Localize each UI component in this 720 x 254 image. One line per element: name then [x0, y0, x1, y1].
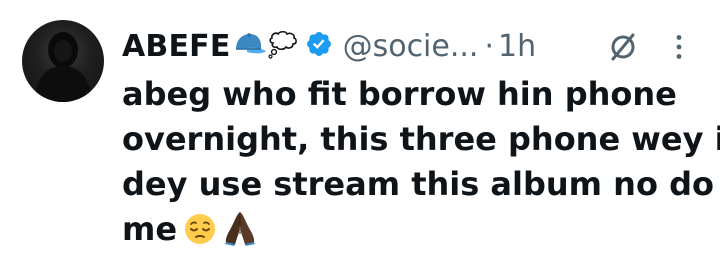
more-options-icon[interactable] [674, 34, 684, 64]
timestamp[interactable]: 1h [498, 29, 536, 64]
separator-dot: · [484, 28, 495, 64]
tweet-text-line: overnight, this three phone wey i [122, 120, 720, 158]
display-name[interactable]: ABEFE [122, 29, 231, 64]
tweet-text: abeg who fit borrow hin phone overnight,… [122, 72, 720, 254]
avatar[interactable] [22, 20, 104, 102]
tweet-text-line: abeg who fit borrow hin phone [122, 75, 677, 113]
thought-bubble-emoji [267, 29, 299, 63]
tweet-header: ABEFE @socie... · 1h [122, 22, 536, 70]
cap-emoji [233, 31, 267, 61]
grok-icon[interactable] [606, 30, 640, 68]
verified-badge-icon[interactable] [305, 30, 333, 62]
handle[interactable]: @socie... [343, 29, 479, 64]
tweet-text-line: dey use stream this album no do [122, 165, 714, 203]
folded-hands-emoji [223, 210, 257, 254]
pensive-face-emoji [183, 212, 217, 254]
tweet[interactable]: ABEFE @socie... · 1h abeg who fit borrow… [0, 0, 720, 254]
tweet-text-line: me [122, 210, 178, 248]
tweet-text-last-line: me [122, 207, 702, 254]
